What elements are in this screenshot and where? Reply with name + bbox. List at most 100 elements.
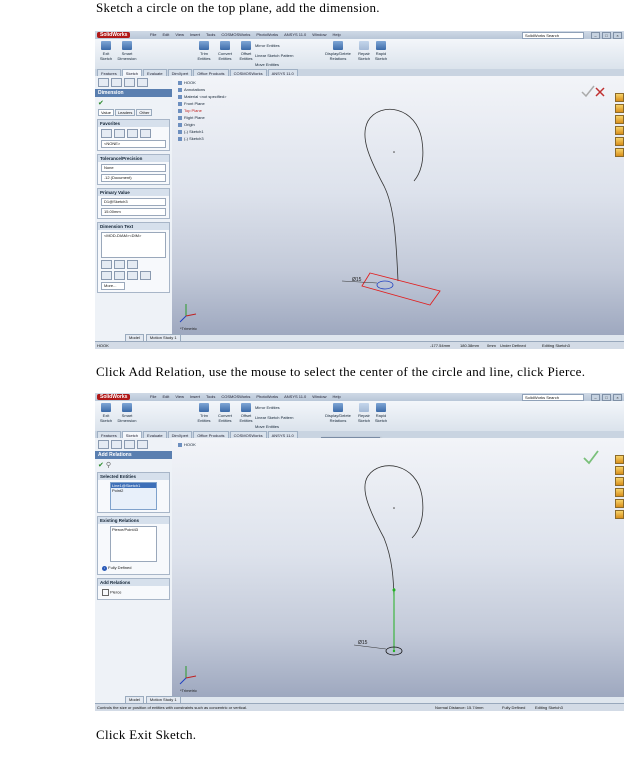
search-input[interactable]: SolidWorks Search — [522, 394, 584, 401]
graphics-area[interactable]: HOOK Ø15 *Trimetric — [172, 438, 624, 697]
close-button[interactable]: × — [613, 394, 622, 401]
menu-insert[interactable]: Insert — [190, 394, 200, 399]
maximize-button[interactable]: □ — [602, 394, 611, 401]
feature-tree-icon[interactable] — [98, 78, 109, 87]
mirror-entities-button[interactable]: Mirror Entities — [255, 405, 305, 410]
maximize-button[interactable]: □ — [602, 32, 611, 39]
custom-properties-icon[interactable] — [615, 510, 624, 519]
file-explorer-icon[interactable] — [615, 115, 624, 124]
favorite-add-icon[interactable] — [114, 129, 125, 138]
trim-entities-button[interactable]: Trim Entities — [195, 403, 213, 423]
tab-evaluate[interactable]: Evaluate — [143, 431, 167, 438]
resources-icon[interactable] — [615, 93, 624, 102]
menu-file[interactable]: File — [150, 32, 156, 37]
menu-ansys[interactable]: ANSYS 11.0 — [284, 32, 306, 37]
list-item[interactable]: Pierce/Point43 — [111, 527, 156, 532]
linear-pattern-button[interactable]: Linear Sketch Pattern — [255, 53, 315, 58]
tab-sketch[interactable]: Sketch — [121, 431, 143, 438]
dimension-value-field[interactable]: 15.00mm — [101, 208, 166, 216]
tab-leaders[interactable]: Leaders — [114, 109, 136, 116]
move-entities-button[interactable]: Move Entities — [255, 424, 305, 429]
degree-symbol-icon[interactable] — [114, 271, 125, 280]
minimize-button[interactable]: – — [591, 394, 600, 401]
display-delete-relations-button[interactable]: Display/Delete Relations — [321, 403, 355, 423]
tab-features[interactable]: Features — [97, 431, 121, 438]
align-left-icon[interactable] — [101, 260, 112, 269]
minimize-button[interactable]: – — [591, 32, 600, 39]
smart-dimension-button[interactable]: Smart Dimension — [116, 41, 138, 61]
menu-view[interactable]: View — [175, 32, 184, 37]
mirror-entities-button[interactable]: Mirror Entities — [255, 43, 305, 48]
config-manager-icon[interactable] — [124, 440, 135, 449]
property-manager-icon[interactable] — [111, 78, 122, 87]
config-manager-icon[interactable] — [124, 78, 135, 87]
menu-window[interactable]: Window — [312, 32, 326, 37]
ok-check-icon[interactable]: ✔ — [98, 99, 169, 107]
repair-sketch-button[interactable]: Repair Sketch — [357, 403, 371, 423]
dimxpert-icon[interactable] — [137, 78, 148, 87]
appearances-icon[interactable] — [615, 499, 624, 508]
favorite-apply-icon[interactable] — [101, 129, 112, 138]
menu-help[interactable]: Help — [333, 394, 341, 399]
trim-entities-button[interactable]: Trim Entities — [195, 41, 213, 61]
exit-sketch-button[interactable]: Exit Sketch — [97, 41, 115, 61]
menu-help[interactable]: Help — [333, 32, 341, 37]
rapid-sketch-button[interactable]: Rapid Sketch — [373, 41, 389, 61]
dimxpert-icon[interactable] — [137, 440, 148, 449]
menu-insert[interactable]: Insert — [190, 32, 200, 37]
ok-check-icon[interactable]: ✔ — [98, 462, 104, 469]
linear-pattern-button[interactable]: Linear Sketch Pattern — [255, 415, 315, 420]
centerline-symbol-icon[interactable] — [140, 271, 151, 280]
appearances-icon[interactable] — [615, 137, 624, 146]
tolerance-type-select[interactable]: None — [101, 164, 166, 172]
tab-dimxpert[interactable]: DimXpert — [167, 69, 193, 76]
exit-sketch-button[interactable]: Exit Sketch — [97, 403, 115, 423]
tab-cosmosworks[interactable]: COSMOSWorks — [229, 69, 267, 76]
tab-ansys[interactable]: ANSYS 11.0 — [267, 69, 298, 76]
convert-entities-button[interactable]: Convert Entities — [215, 403, 235, 423]
menu-tools[interactable]: Tools — [206, 32, 215, 37]
tab-cosmosworks[interactable]: COSMOSWorks — [229, 431, 267, 438]
align-center-icon[interactable] — [114, 260, 125, 269]
close-button[interactable]: × — [613, 32, 622, 39]
more-symbols-button[interactable]: More... — [101, 282, 125, 290]
tab-office-products[interactable]: Office Products — [193, 431, 229, 438]
menu-cosmosworks[interactable]: COSMOSWorks — [221, 32, 250, 37]
menu-edit[interactable]: Edit — [162, 32, 169, 37]
design-library-icon[interactable] — [615, 104, 624, 113]
menu-ansys[interactable]: ANSYS 11.0 — [284, 394, 306, 399]
menu-view[interactable]: View — [175, 394, 184, 399]
tab-value[interactable]: Value — [98, 109, 114, 116]
search-input[interactable]: SolidWorks Search — [522, 32, 584, 39]
list-item[interactable]: Point2 — [111, 488, 156, 493]
tab-office-products[interactable]: Office Products — [193, 69, 229, 76]
menu-photoworks[interactable]: PhotoWorks — [256, 32, 278, 37]
menu-window[interactable]: Window — [312, 394, 326, 399]
plus-minus-symbol-icon[interactable] — [127, 271, 138, 280]
existing-relations-list[interactable]: Pierce/Point43 — [110, 526, 157, 562]
convert-entities-button[interactable]: Convert Entities — [215, 41, 235, 61]
tab-dimxpert[interactable]: DimXpert — [167, 431, 193, 438]
view-palette-icon[interactable] — [615, 126, 624, 135]
tab-features[interactable]: Features — [97, 69, 121, 76]
graphics-area[interactable]: HOOK Annotations Material <not specified… — [172, 76, 624, 335]
display-delete-relations-button[interactable]: Display/Delete Relations — [321, 41, 355, 61]
feature-tree-icon[interactable] — [98, 440, 109, 449]
favorite-update-icon[interactable] — [127, 129, 138, 138]
menu-cosmosworks[interactable]: COSMOSWorks — [221, 394, 250, 399]
file-explorer-icon[interactable] — [615, 477, 624, 486]
menu-tools[interactable]: Tools — [206, 394, 215, 399]
move-entities-button[interactable]: Move Entities — [255, 62, 305, 67]
offset-entities-button[interactable]: Offset Entities — [237, 41, 255, 61]
dimension-name-field[interactable]: D1@Sketch3 — [101, 198, 166, 206]
favorite-delete-icon[interactable] — [140, 129, 151, 138]
align-right-icon[interactable] — [127, 260, 138, 269]
selected-entities-list[interactable]: Line1@Sketch1 Point2 — [110, 482, 157, 510]
rapid-sketch-button[interactable]: Rapid Sketch — [373, 403, 389, 423]
tab-other[interactable]: Other — [136, 109, 153, 116]
pierce-relation-button[interactable]: Pierce — [102, 589, 165, 596]
precision-select[interactable]: .12 (Document) — [101, 174, 166, 182]
repair-sketch-button[interactable]: Repair Sketch — [357, 41, 371, 61]
dimension-text-field[interactable]: <MOD-DIAM><DIM> — [101, 232, 166, 258]
view-palette-icon[interactable] — [615, 488, 624, 497]
